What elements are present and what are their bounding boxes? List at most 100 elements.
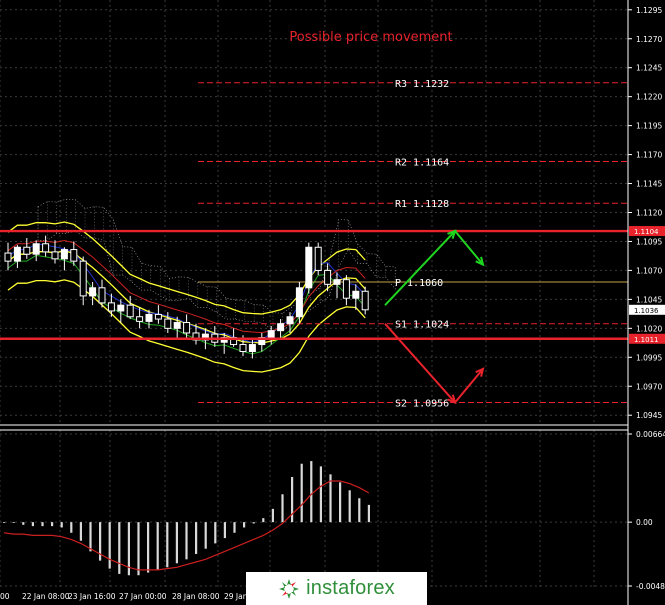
price-tick-label: 1.0995	[636, 353, 662, 362]
candle-body	[70, 249, 78, 262]
candle-body	[42, 243, 50, 253]
macd-bar	[319, 466, 322, 523]
candle-body	[13, 246, 21, 262]
macd-bar	[233, 522, 236, 533]
chart: R3 1.1232R2 1.1164R1 1.1128P 1.1060S1 1.…	[0, 0, 665, 605]
price-tick-label: 1.0970	[636, 382, 662, 391]
time-tick-label: 00	[0, 592, 10, 601]
candle-body	[98, 287, 106, 304]
instaforex-logo-text: instaforex	[306, 577, 395, 599]
time-tick-label: 29 Jan	[224, 592, 248, 601]
candle-body	[145, 313, 153, 322]
macd-bar	[108, 522, 111, 569]
candle-body	[352, 290, 360, 299]
macd-bar	[281, 494, 284, 523]
macd-bar	[166, 522, 169, 568]
time-tick-label: 22 Jan 08:00	[22, 592, 70, 601]
candle-body	[126, 304, 134, 318]
macd-bar	[252, 522, 255, 524]
candle-body	[267, 330, 275, 339]
candle-body	[23, 246, 31, 255]
candle-body	[89, 287, 97, 297]
macd-bar	[12, 522, 15, 523]
candle-body	[314, 246, 322, 271]
time-axis: 00 22 Jan 08:0023 Jan 16:00 27 Jan 00:00 28…	[0, 592, 248, 601]
macd-bar	[31, 522, 34, 527]
candle-body	[333, 279, 341, 285]
price-tick-label: 1.1045	[636, 295, 662, 304]
macd-bar	[348, 490, 351, 523]
time-tick-label: 23 Jan 16:00	[68, 592, 116, 601]
candle-body	[79, 260, 87, 297]
price-tag-label: 1.1011	[634, 336, 659, 344]
macd-bar	[214, 522, 217, 544]
pivot-level-label: S1 1.1024	[395, 320, 449, 331]
macd-bar	[22, 522, 25, 525]
candle-body	[136, 316, 144, 322]
candle-body	[117, 304, 125, 312]
macd-bar	[204, 522, 207, 549]
price-tick-label: 1.1020	[636, 324, 662, 333]
macd-bar	[175, 522, 178, 564]
macd-bar	[70, 522, 73, 533]
candle-body	[173, 322, 181, 329]
price-tick-label: 1.0945	[636, 411, 662, 420]
macd-bar	[79, 522, 82, 541]
price-tag-label: 1.1104	[634, 228, 659, 236]
time-tick-label: 27 Jan 00:00	[119, 592, 167, 601]
macd-bar	[156, 522, 159, 570]
instaforex-logo: instaforex	[246, 572, 427, 605]
macd-tick-label: 0.00	[636, 518, 653, 527]
candle-body	[305, 246, 313, 289]
macd-bar	[310, 461, 313, 523]
macd-bar	[51, 522, 54, 527]
pivot-level-label: R1 1.1128	[395, 199, 449, 210]
candle-body	[248, 344, 256, 352]
price-tick-label: 1.1120	[636, 209, 662, 218]
macd-bar	[89, 522, 92, 552]
macd-bar	[147, 522, 150, 573]
pivot-level-label: S2 1.0956	[395, 398, 449, 409]
candle-body	[154, 313, 162, 320]
macd-bar	[243, 522, 246, 528]
candle-body	[4, 252, 12, 262]
candle-body	[32, 243, 40, 255]
macd-bar	[195, 522, 198, 555]
candle-body	[277, 323, 285, 332]
macd-bar	[358, 498, 361, 523]
macd-bar	[60, 522, 63, 528]
candle-body	[51, 251, 59, 260]
price-tick-label: 1.1220	[636, 93, 662, 102]
price-tick-label: 1.1295	[636, 6, 662, 15]
macd-bar	[262, 518, 265, 523]
macd-bar	[118, 522, 121, 574]
price-tick-label: 1.1145	[636, 180, 662, 189]
macd-bar	[137, 522, 140, 576]
candle-body	[164, 318, 172, 329]
chart-title: Possible price movement	[289, 30, 452, 45]
macd-bar	[185, 522, 188, 560]
price-tick-label: 1.1170	[636, 151, 662, 160]
price-tick-label: 1.1095	[636, 237, 662, 246]
candle-body	[324, 269, 332, 285]
candle-body	[286, 316, 294, 325]
pivot-level-label: R3 1.1232	[395, 79, 449, 90]
price-tick-label: 1.1245	[636, 64, 662, 73]
price-tick-label: 1.1270	[636, 35, 662, 44]
pivot-level-label: R2 1.1164	[395, 158, 449, 169]
macd-tick-label: -0.00481	[636, 582, 665, 591]
macd-bar	[339, 482, 342, 523]
candle-body	[342, 279, 350, 299]
price-tick-label: 1.1195	[636, 122, 662, 131]
candle-body	[361, 290, 369, 311]
macd-bar	[3, 522, 6, 523]
macd-bar	[300, 463, 303, 523]
price-tick-label: 1.1070	[636, 266, 662, 275]
candle-body	[60, 249, 68, 260]
candle-body	[183, 322, 191, 334]
macd-bar	[223, 522, 226, 539]
price-tag-label: 1.1036	[634, 307, 659, 315]
time-tick-label: 28 Jan 08:00	[172, 592, 220, 601]
macd-tick-label: 0.00664	[636, 430, 665, 439]
candle-body	[107, 302, 115, 312]
